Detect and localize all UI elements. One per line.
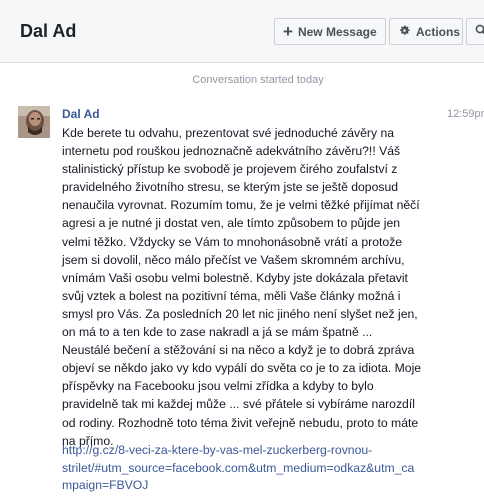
message-line: jsem si dovolil, něco málo přečíst ve Va… [62, 252, 405, 267]
avatar[interactable] [18, 106, 50, 138]
conversation-title: Dal Ad [20, 21, 77, 41]
message-line: svůj vztek a bolest na pozitivní téma, m… [62, 288, 401, 303]
message-line: velmi těžko. Vždycky se Vám to mnohonáso… [62, 234, 403, 249]
plus-icon: + [283, 21, 293, 41]
conversation-header: Dal Ad + New Message Actions [0, 0, 484, 63]
message-link[interactable]: http://g.cz/8-veci-za-ktere-by-vas-mel-z… [62, 442, 472, 495]
actions-label: Actions [416, 24, 461, 39]
message-line: Neustálé bečení a stěžování si na něco a… [62, 343, 415, 358]
message-link-line[interactable]: http://g.cz/8-veci-za-ktere-by-vas-mel-z… [62, 442, 472, 460]
message-line: smysl pro Vás. Za posledních 20 let nic … [62, 306, 418, 321]
message-sender[interactable]: Dal Ad [62, 107, 100, 121]
message-link-line[interactable]: mpaign=FBVOJ [62, 477, 472, 495]
search-icon [475, 24, 484, 39]
message-line: agresi a je nutné ji dostat ven, ale tím… [62, 216, 401, 231]
message-line: příspěvky na Facebooku jsou velmi zřídka… [62, 379, 374, 394]
message-line: Kde berete tu odvahu, prezentovat své je… [62, 126, 394, 140]
message-body: Kde berete tu odvahu, prezentovat své je… [62, 124, 454, 450]
actions-button[interactable]: Actions [389, 18, 463, 45]
message-line: internetu pod rouškou jednoznačně adekvá… [62, 144, 401, 159]
gear-icon [398, 24, 411, 40]
message-line: pravidelného životního stresu, se kterým… [62, 180, 399, 195]
message-line: od rodiny. Rozhodně toto téma živit veře… [62, 415, 419, 430]
message-time: 12:59pm [447, 108, 484, 120]
message-line: on má to a ten kde to zase nakradl a já … [62, 325, 373, 340]
new-message-label: New Message [297, 24, 377, 39]
message-line: vnímám Vaši osobu velmi bolestně. Kdyby … [62, 270, 408, 285]
message-line: stalinistický přístup ke svobodě je proj… [62, 162, 398, 177]
message-line: objeví se někdo jako vy kdo vypálí do sv… [62, 361, 422, 376]
message-line: pravidelně tak mi každej může ... své př… [62, 397, 415, 412]
conversation-started-label: Conversation started today [192, 74, 324, 86]
search-button[interactable] [466, 18, 484, 45]
message-link-line[interactable]: strilet/#utm_source=facebook.com&utm_med… [62, 460, 472, 478]
message-line: nenaučila vyrovnat. Rozumím tomu, že je … [62, 198, 420, 213]
new-message-button[interactable]: + New Message [274, 18, 386, 45]
